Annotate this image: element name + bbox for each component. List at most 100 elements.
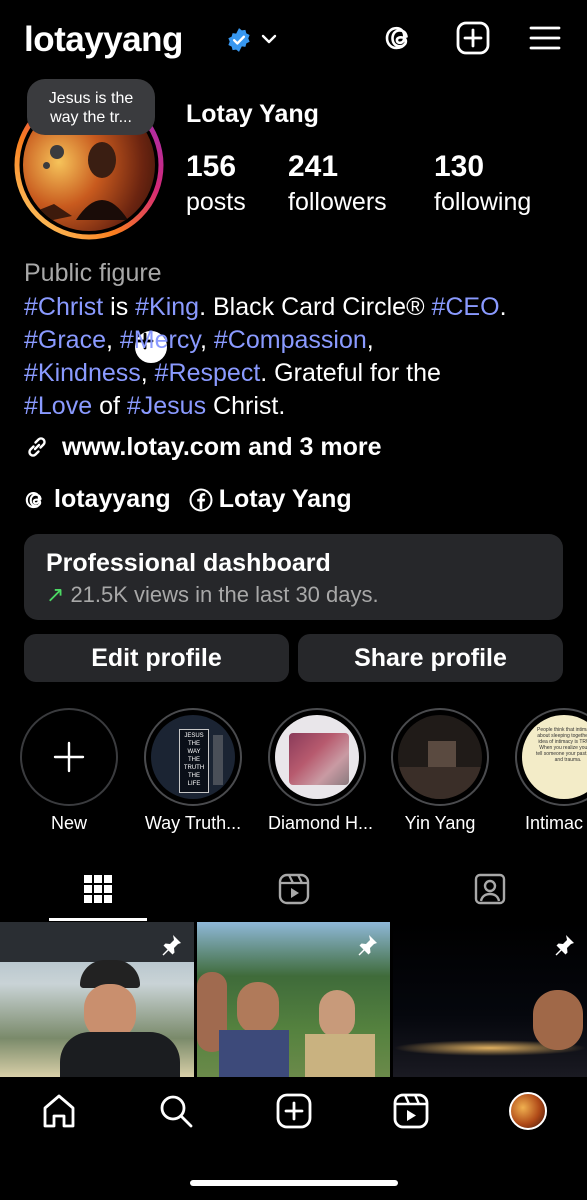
chevron-down-icon[interactable] — [260, 30, 278, 48]
highlight-thumbnail — [275, 715, 359, 799]
threads-icon — [25, 491, 42, 508]
plus-icon — [53, 741, 85, 773]
highlight-ring: JESUS THE WAY THE TRUTH THE LIFE — [144, 708, 242, 806]
highlight-new-inner — [27, 715, 111, 799]
profile-links[interactable]: www.lotay.com and 3 more — [24, 432, 382, 462]
post-thumbnail[interactable] — [197, 922, 390, 1077]
highlight-new-ring — [20, 708, 118, 806]
face-shape — [237, 982, 279, 1034]
profile-bio: #Christ is #King. Black Card Circle® #CE… — [24, 291, 574, 423]
floor-shape — [398, 767, 482, 799]
hashtag-link[interactable]: #Grace — [24, 326, 106, 354]
bio-line: #Christ is #King. Black Card Circle® #CE… — [24, 291, 574, 324]
highlight-quote-text: People think that intimacy is about slee… — [536, 727, 587, 763]
posts-count: 156 — [186, 150, 237, 183]
hashtag-link[interactable]: #CEO — [431, 293, 499, 321]
bio-text: is — [103, 293, 136, 321]
highlight-diamond[interactable]: Diamond H... — [268, 708, 374, 834]
profile-avatar[interactable] — [14, 120, 171, 367]
pin-icon — [358, 935, 377, 956]
pin-icon — [555, 935, 574, 956]
posts-grid — [0, 922, 587, 1077]
threads-link[interactable]: lotayyang — [24, 485, 171, 514]
note-bubble-tail-small — [43, 162, 50, 169]
highlight-label: Intimac — [525, 813, 584, 833]
active-tab-indicator — [49, 918, 147, 921]
profile-category: Public figure — [24, 259, 162, 287]
search-icon[interactable] — [157, 1092, 195, 1130]
facebook-link[interactable]: Lotay Yang — [189, 485, 352, 514]
tagged-icon[interactable] — [473, 872, 507, 906]
bio-line: #Kindness, #Respect. Grateful for the — [24, 357, 574, 390]
hashtag-link[interactable]: #Respect — [155, 359, 261, 387]
hashtag-link[interactable]: #King — [135, 293, 199, 321]
social-links: lotayyang Lotay Yang — [24, 485, 370, 514]
highlight-intimacy[interactable]: People think that intimacy is about slee… — [515, 708, 587, 834]
bio-text: , — [200, 326, 214, 354]
profile-note[interactable]: Jesus is the way the tr... — [27, 79, 155, 135]
doorway-shape — [428, 741, 456, 767]
shirt-shape — [305, 1034, 375, 1077]
menu-icon[interactable] — [528, 21, 562, 55]
highlight-label: Yin Yang — [404, 813, 476, 833]
dashboard-title: Professional dashboard — [46, 549, 331, 577]
sign-text: TRUTH — [183, 765, 205, 771]
profile-avatar-nav[interactable] — [509, 1092, 547, 1130]
home-icon[interactable] — [40, 1092, 78, 1130]
following-count: 130 — [434, 150, 485, 183]
face-shape — [319, 990, 355, 1038]
bio-line: #Love of #Jesus Christ. — [24, 390, 574, 423]
note-bubble-tail — [50, 145, 64, 159]
hashtag-link[interactable]: #Mercy — [120, 326, 200, 354]
post-thumbnail[interactable] — [0, 922, 194, 1077]
bio-line: #Grace, #Mercy, #Compassion, — [24, 324, 574, 357]
posts-stat[interactable]: 156 posts — [186, 152, 246, 218]
building-shape — [213, 735, 223, 785]
sign-text: JESUS — [184, 733, 204, 739]
bio-text: . Grateful for the — [260, 359, 441, 387]
create-post-icon[interactable] — [456, 21, 490, 55]
share-profile-button[interactable]: Share profile — [298, 634, 563, 682]
face-shape — [533, 990, 583, 1050]
highlight-yin-yang[interactable]: Yin Yang — [391, 708, 489, 834]
create-icon[interactable] — [275, 1092, 313, 1130]
hashtag-link[interactable]: #Kindness — [24, 359, 141, 387]
bio-text: , — [140, 359, 155, 387]
hashtag-link[interactable]: #Love — [24, 392, 92, 420]
pin-icon — [162, 935, 181, 956]
sign-text: LIFE — [187, 781, 201, 787]
edit-profile-button[interactable]: Edit profile — [24, 634, 289, 682]
highlight-way-truth[interactable]: JESUS THE WAY THE TRUTH THE LIFE Way Tru… — [144, 708, 242, 834]
grid-icon[interactable] — [81, 872, 115, 906]
highlight-thumbnail: JESUS THE WAY THE TRUTH THE LIFE — [151, 715, 235, 799]
professional-dashboard[interactable]: Professional dashboard ↗ 21.5K views in t… — [24, 534, 563, 620]
highlight-thumbnail — [398, 715, 482, 799]
display-name: Lotay Yang — [186, 100, 319, 128]
bio-text: , — [105, 326, 120, 354]
hashtag-link[interactable]: #Jesus — [127, 392, 206, 420]
diamond-card-shape — [289, 733, 349, 785]
following-stat[interactable]: 130 following — [434, 152, 531, 218]
reels-icon[interactable] — [277, 872, 311, 906]
highlight-label: Diamond H... — [268, 813, 374, 833]
highlight-label: Way Truth... — [144, 813, 242, 833]
profile-tabs — [0, 860, 587, 922]
hashtag-link[interactable]: #Christ — [24, 293, 103, 321]
highlight-label: New — [50, 813, 87, 833]
followers-stat[interactable]: 241 followers — [288, 152, 387, 218]
facebook-name: Lotay Yang — [218, 485, 352, 513]
link-icon — [28, 437, 46, 457]
post-thumbnail[interactable] — [393, 922, 587, 1077]
bio-text: , — [366, 326, 374, 354]
threads-handle: lotayyang — [54, 485, 171, 513]
username[interactable]: lotayyang — [24, 20, 183, 60]
hashtag-link[interactable]: #Compassion — [214, 326, 367, 354]
highlight-new[interactable]: New — [20, 708, 118, 834]
link-text[interactable]: www.lotay.com and 3 more — [62, 433, 382, 462]
jesus-sign: JESUS THE WAY THE TRUTH THE LIFE — [179, 729, 209, 793]
following-label: following — [434, 188, 532, 216]
dashboard-subtitle: ↗ 21.5K views in the last 30 days. — [46, 580, 541, 610]
reels-nav-icon[interactable] — [392, 1092, 430, 1130]
threads-icon[interactable] — [383, 21, 417, 55]
bio-text: of — [92, 392, 127, 420]
